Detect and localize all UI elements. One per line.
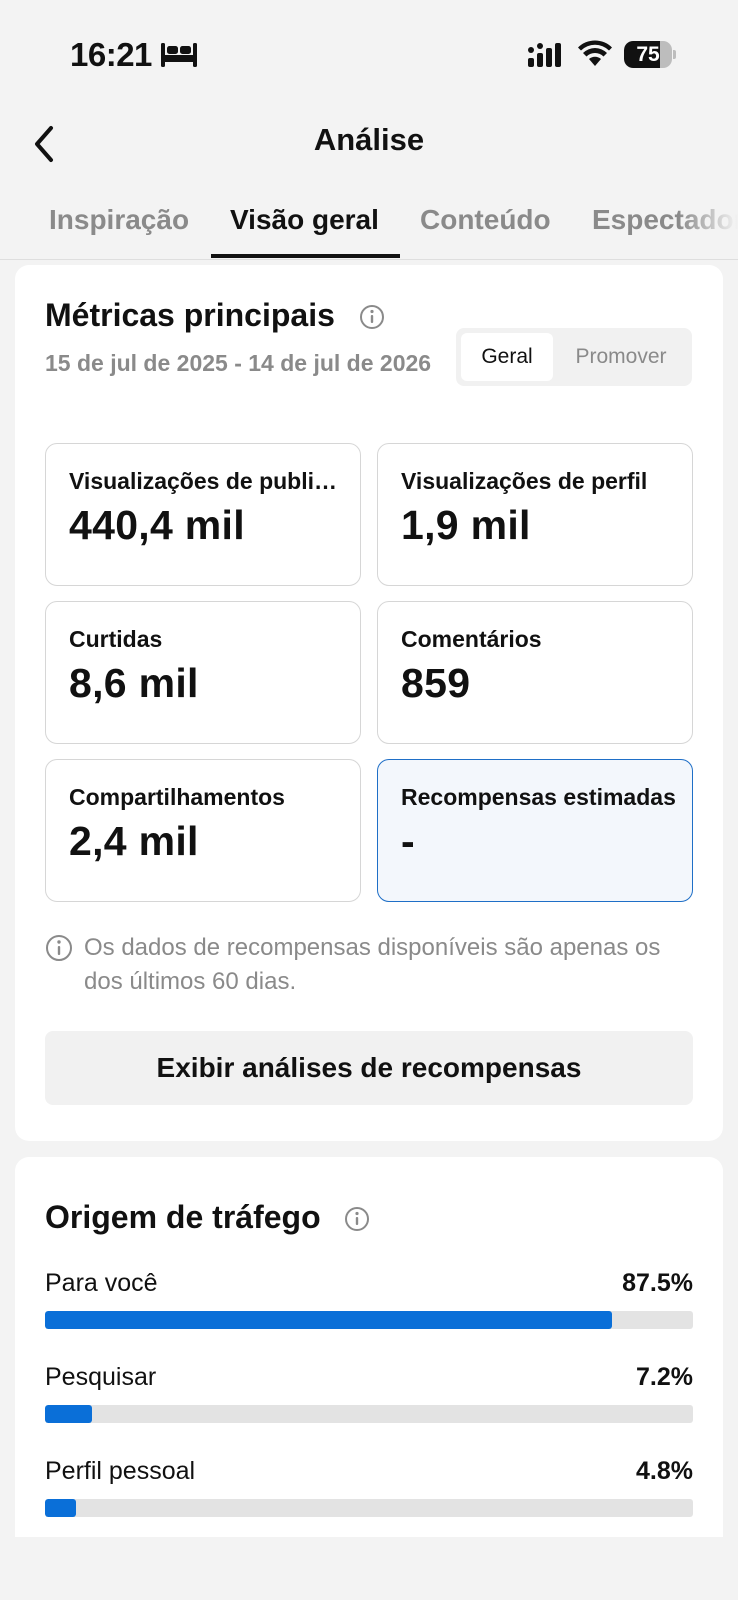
date-range: 15 de jul de 2025 - 14 de jul de 2026 <box>45 350 432 376</box>
active-tab-indicator <box>211 254 400 258</box>
tab-conteudo[interactable]: Conteúdo <box>420 204 551 236</box>
metric-label: Compartilhamentos <box>69 784 285 810</box>
cellular-signal-icon <box>528 43 561 67</box>
traffic-source-label: Pesquisar <box>45 1363 157 1391</box>
metric-value: 1,9 mil <box>401 502 531 548</box>
metric-shares[interactable]: Compartilhamentos 2,4 mil <box>45 759 361 902</box>
traffic-source-value: 7.2% <box>636 1363 693 1391</box>
info-icon[interactable] <box>344 1206 370 1232</box>
traffic-source-value: 4.8% <box>636 1457 693 1485</box>
metric-label: Comentários <box>401 626 542 652</box>
metric-likes[interactable]: Curtidas 8,6 mil <box>45 601 361 744</box>
traffic-source-label: Para você <box>45 1269 158 1297</box>
metric-value: 2,4 mil <box>69 818 199 864</box>
traffic-progress-fill <box>45 1311 612 1329</box>
tab-visao-geral[interactable]: Visão geral <box>230 204 379 236</box>
info-icon <box>46 935 72 961</box>
traffic-progress-fill <box>45 1405 92 1423</box>
section-title-traffic: Origem de tráfego <box>45 1199 321 1235</box>
traffic-progress-fill <box>45 1499 77 1517</box>
metric-label: Recompensas estimadas <box>401 784 676 810</box>
traffic-source-card: Origem de tráfego Para você 87.5% Pesqui… <box>15 1157 723 1537</box>
toggle-promover[interactable]: Promover <box>556 333 686 381</box>
metric-profile-views[interactable]: Visualizações de perfil 1,9 mil <box>377 443 693 586</box>
metric-label: Visualizações de perfil <box>401 468 648 494</box>
traffic-source-label: Perfil pessoal <box>45 1457 196 1485</box>
key-metrics-card: Métricas principais 15 de jul de 2025 - … <box>15 265 723 1141</box>
section-title-metrics: Métricas principais <box>45 297 335 333</box>
status-bar: 16:21 75 <box>0 0 738 100</box>
bed-icon <box>161 43 197 67</box>
traffic-source-value: 87.5% <box>622 1269 693 1297</box>
metric-comments[interactable]: Comentários 859 <box>377 601 693 744</box>
page-title: Análise <box>313 122 425 157</box>
metric-value: 440,4 mil <box>69 502 245 548</box>
metrics-scope-toggle: Geral Promover <box>456 328 692 386</box>
battery-level: 75 <box>636 43 660 66</box>
view-rewards-analytics-button[interactable]: Exibir análises de recompensas <box>45 1031 693 1105</box>
metric-label: Curtidas <box>69 626 163 652</box>
battery-icon: 75 <box>624 41 676 68</box>
metric-estimated-rewards[interactable]: Recompensas estimadas - <box>377 759 693 902</box>
wifi-icon <box>578 40 612 66</box>
traffic-progress-bar <box>45 1311 693 1329</box>
traffic-progress-bar <box>45 1499 693 1517</box>
info-icon[interactable] <box>359 304 385 330</box>
metric-label: Visualizações de publicação <box>69 468 349 494</box>
rewards-note: Os dados de recompensas disponíveis são … <box>84 934 661 995</box>
metric-value: 8,6 mil <box>69 660 199 706</box>
status-time: 16:21 <box>70 36 152 73</box>
tab-inspiracao[interactable]: Inspiração <box>49 204 189 236</box>
metric-post-views[interactable]: Visualizações de publicação 440,4 mil <box>45 443 361 586</box>
toggle-geral[interactable]: Geral <box>461 333 553 381</box>
traffic-progress-bar <box>45 1405 693 1423</box>
metric-value: 859 <box>401 660 471 706</box>
metric-value: - <box>401 818 415 864</box>
tab-bar: Inspiração Visão geral Conteúdo Espectad… <box>0 188 738 260</box>
